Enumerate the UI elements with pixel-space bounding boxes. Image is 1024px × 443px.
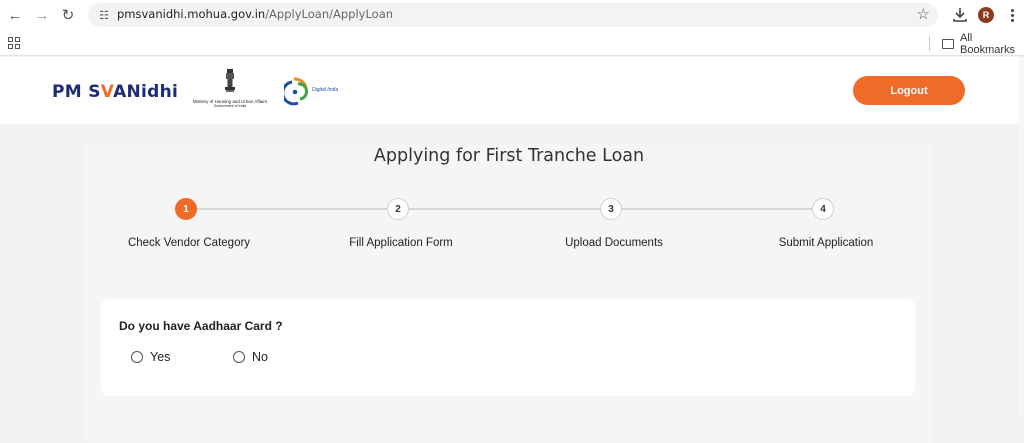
browser-toolbar: ← → ↻ ☷ pmsvanidhi.mohua.gov.in/ApplyLoa… [0,0,1024,31]
forward-arrow-icon[interactable]: → [32,5,52,25]
step-1-indicator: 1 [175,198,197,220]
radio-no-circle[interactable] [233,351,245,363]
reload-icon[interactable]: ↻ [58,5,78,25]
all-bookmarks-label: All Bookmarks [960,31,1016,56]
browser-menu-icon[interactable] [1006,6,1018,24]
url-host: pmsvanidhi.mohua.gov.in [117,7,266,21]
loan-application-card [84,143,934,443]
brand-prefix: PM S [52,82,101,102]
logout-button[interactable]: Logout [853,76,965,105]
step-3-indicator: 3 [600,198,622,220]
page-scrollbar[interactable] [1019,57,1024,417]
aadhaar-question-panel [101,299,915,396]
apps-grid-icon[interactable] [8,37,20,49]
page-title: Applying for First Tranche Loan [373,146,645,166]
step-2-label: Fill Application Form [349,237,453,249]
step-4-indicator: 4 [812,198,834,220]
radio-option-no[interactable]: No [233,350,268,364]
aadhaar-question: Do you have Aadhaar Card ? [119,319,283,333]
radio-no-label[interactable]: No [252,350,268,364]
url-text[interactable]: pmsvanidhi.mohua.gov.in/ApplyLoan/ApplyL… [117,7,393,21]
radio-yes-label[interactable]: Yes [150,350,170,364]
stepper-track [186,208,822,210]
radio-yes-circle[interactable] [131,351,143,363]
ministry-emblem-logo: Ministry of Housing and Urban Affairs Go… [188,68,272,114]
brand-suffix: ANidhi [113,82,179,102]
site-info-icon[interactable]: ☷ [97,8,111,22]
url-path: /ApplyLoan/ApplyLoan [265,7,394,21]
site-header: PM SVANidhi Ministry of Housing and Urba… [0,57,1024,124]
folder-icon [942,38,955,49]
digital-india-logo: Digital India [284,77,338,106]
profile-avatar[interactable]: R [978,7,994,23]
government-of-india: Government of India [213,104,247,108]
digital-india-text: Digital India [312,87,338,93]
step-3-label: Upload Documents [565,237,663,249]
bookmarks-divider [929,36,930,51]
step-1-label: Check Vendor Category [127,237,251,249]
step-4-label: Submit Application [778,237,874,249]
pm-svanidhi-logo[interactable]: PM SVANidhi [52,82,178,102]
back-arrow-icon[interactable]: ← [5,5,25,25]
brand-v: V [100,82,114,102]
national-emblem-icon [225,69,235,92]
download-icon[interactable] [951,5,969,25]
bookmarks-bar: All Bookmarks [0,31,1024,56]
all-bookmarks-button[interactable]: All Bookmarks [942,32,1024,56]
address-bar[interactable]: ☷ pmsvanidhi.mohua.gov.in/ApplyLoan/Appl… [88,3,938,27]
step-2-indicator: 2 [387,198,409,220]
radio-option-yes[interactable]: Yes [131,350,170,364]
bookmark-star-icon[interactable]: ☆ [917,5,930,23]
